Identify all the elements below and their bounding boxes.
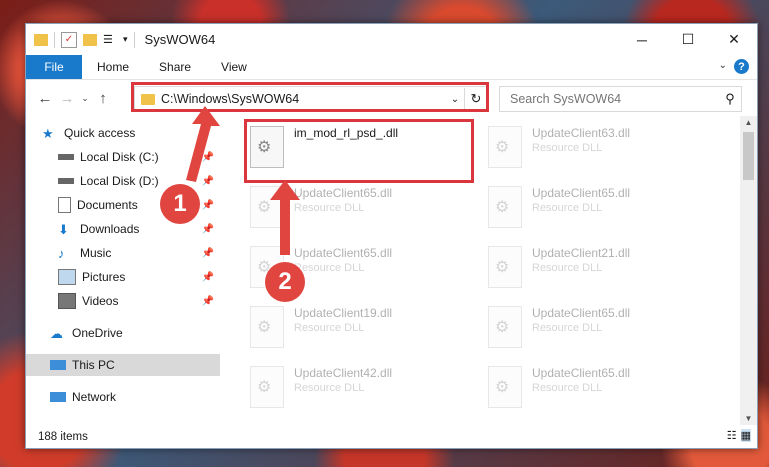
arrow-1-icon [186,106,220,182]
step-marker-2: 2 [265,262,305,302]
arrow-2-icon [270,180,300,255]
annotation-arrows [186,106,300,255]
step-marker-1: 1 [160,184,200,224]
